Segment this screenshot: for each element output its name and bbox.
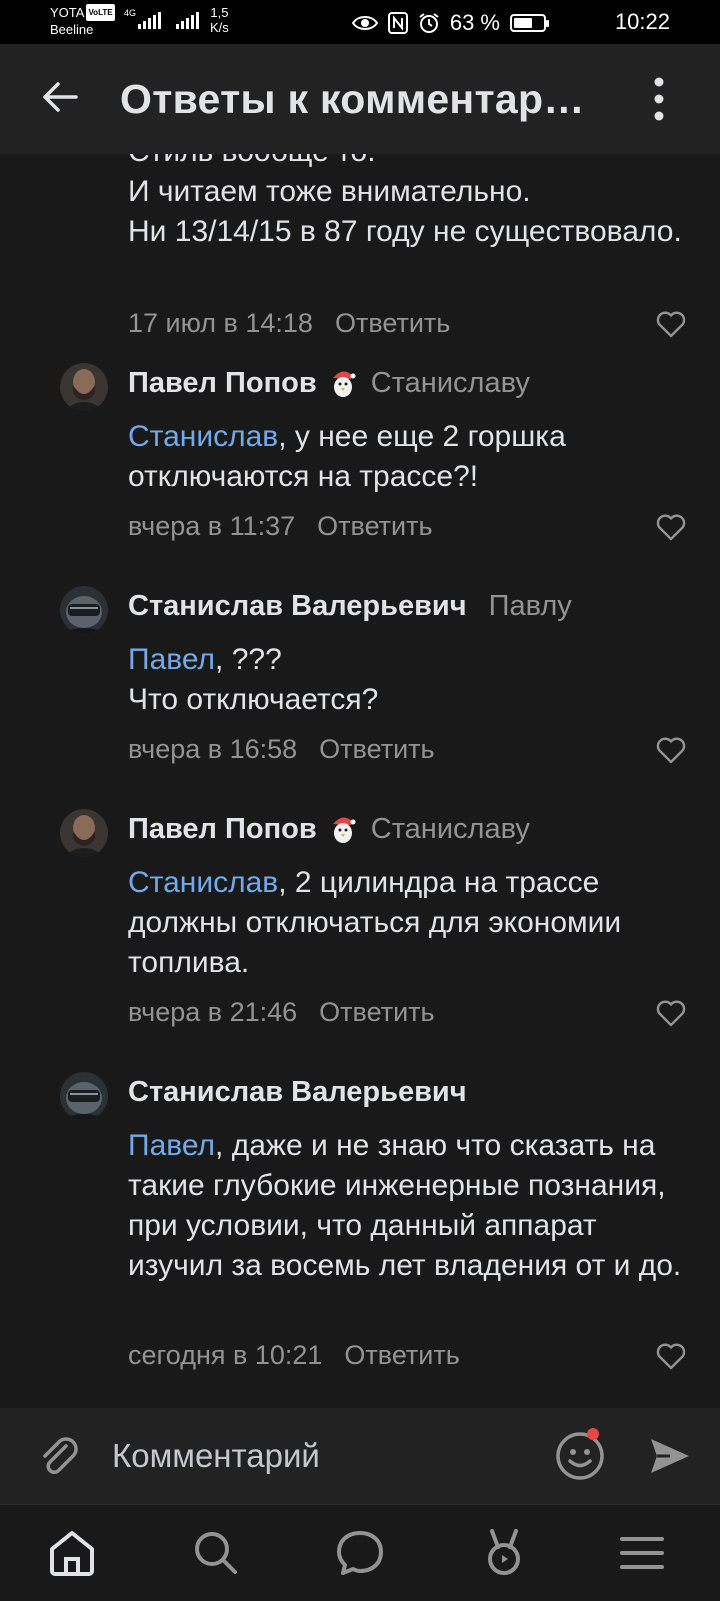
comment-text: Станислав, у нее еще 2 горшка отключаютс… [128,417,698,497]
mention-link[interactable]: Павел [128,1129,215,1162]
battery-percent: 63 % [449,10,500,35]
messages-icon[interactable] [334,1527,386,1579]
network-type: 4G [124,8,137,18]
comment-header: Павел Попов Станиславу [128,367,530,400]
author-name[interactable]: Павел Попов [128,367,317,399]
comment-header: Станислав Валерьевич Павлу [128,590,572,623]
comment-text: Павел, даже и не знаю что сказать на так… [128,1126,698,1286]
like-heart-icon[interactable] [656,1342,686,1370]
net-speed-unit: K/s [210,20,229,35]
comment-text: Павел, ??? Что отключается? [128,640,698,720]
status-icons: 63 % [351,10,549,36]
nfc-icon [387,12,408,34]
eye-icon [351,16,378,30]
avatar[interactable] [60,809,108,857]
menu-icon[interactable] [616,1527,668,1579]
author-name[interactable]: Станислав Валерьевич [128,1076,467,1108]
comment-header: Станислав Валерьевич [128,1076,467,1109]
reply-to[interactable]: Павлу [489,590,572,622]
comments-feed[interactable]: Стиль вообще то. И читаем тоже вниматель… [0,154,720,1408]
back-arrow-icon[interactable] [38,74,84,120]
carrier-info: YOTA VoLTE Beeline [50,4,115,38]
more-options-icon[interactable] [644,76,674,122]
comment-time: 17 июл в 14:18 [128,308,313,338]
comment-text: Станислав, 2 цилиндра на трассе должны о… [128,863,698,983]
signal-icon-2 [176,12,199,29]
like-heart-icon[interactable] [656,310,686,338]
reply-to[interactable]: Станиславу [371,367,530,399]
sticker-smile-icon[interactable] [554,1430,606,1482]
comment-meta: вчера в 21:46 Ответить [128,997,435,1028]
comment-meta: сегодня в 10:21 Ответить [128,1340,460,1371]
carrier-beeline: Beeline [50,22,94,37]
net-speed-value: 1,5 [210,5,229,20]
home-icon[interactable] [46,1527,98,1579]
avatar[interactable] [60,1072,108,1120]
bottom-navigation [0,1504,720,1601]
comment-text: И читаем тоже внимательно. Ни 13/14/15 в… [128,175,682,248]
like-heart-icon[interactable] [656,736,686,764]
comment-meta: вчера в 16:58 Ответить [128,734,435,765]
reply-button[interactable]: Ответить [344,1340,459,1370]
santa-chicken-icon [332,371,356,397]
comment-header: Павел Попов Станиславу [128,813,530,846]
carrier-yota: YOTA [50,5,85,20]
clips-icon[interactable] [478,1527,530,1579]
volte-badge: VoLTE [86,4,115,21]
app-header: Ответы к комментарию [0,44,720,154]
comment-meta: вчера в 11:37 Ответить [128,511,433,542]
reply-to[interactable]: Станиславу [371,813,530,845]
comment-time: вчера в 11:37 [128,511,296,541]
notification-dot [587,1428,599,1440]
reply-button[interactable]: Ответить [335,308,450,338]
comment-time: вчера в 21:46 [128,997,298,1027]
battery-fill [514,18,532,28]
like-heart-icon[interactable] [656,513,686,541]
reply-button[interactable]: Ответить [319,997,434,1027]
avatar[interactable] [60,586,108,634]
comment-time: вчера в 16:58 [128,734,298,764]
comment-meta: 17 июл в 14:18 Ответить [128,308,450,339]
clock: 10:22 [614,9,670,34]
net-speed: 1,5 K/s [210,5,229,35]
comment-input[interactable] [112,1430,512,1482]
paperclip-icon[interactable] [36,1432,84,1480]
author-name[interactable]: Павел Попов [128,813,317,845]
mention-link[interactable]: Станислав [128,866,278,899]
signal-icon [138,12,161,29]
mention-link[interactable]: Станислав [128,420,278,453]
comment-composer [0,1408,720,1504]
comment-partial-line: Стиль вообще то. [128,154,698,172]
mention-link[interactable]: Павел [128,643,215,676]
author-name[interactable]: Станислав Валерьевич [128,590,467,622]
status-bar: YOTA VoLTE Beeline 4G 1,5 K/s 63 % 10:22 [0,0,720,44]
comment-time: сегодня в 10:21 [128,1340,323,1370]
santa-chicken-icon [332,817,356,843]
like-heart-icon[interactable] [656,999,686,1027]
page-title: Ответы к комментарию [120,76,590,122]
reply-button[interactable]: Ответить [317,511,432,541]
search-icon[interactable] [190,1527,242,1579]
battery-icon [510,14,549,32]
send-icon[interactable] [648,1434,692,1478]
reply-button[interactable]: Ответить [319,734,434,764]
avatar[interactable] [60,363,108,411]
alarm-icon [419,13,439,33]
